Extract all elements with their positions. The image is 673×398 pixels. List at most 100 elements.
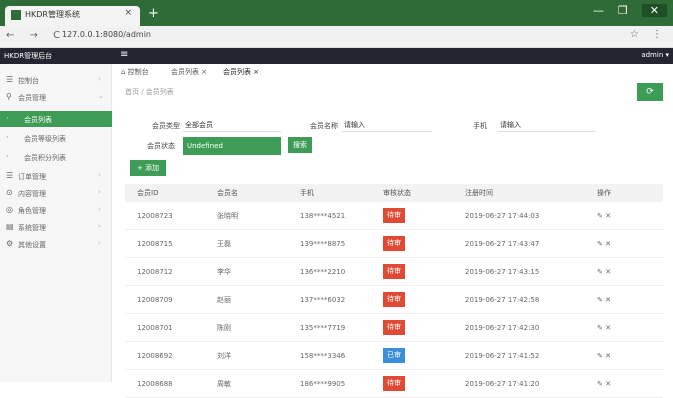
sidebar: ☰ 控制台 › ⚲ 会员管理 ⌄ · 会员列表 · 会员等级列表 · 会员积分列… bbox=[0, 64, 112, 382]
col-header: 操作 bbox=[597, 189, 611, 197]
row-actions[interactable]: ✎ ✕ bbox=[597, 230, 611, 257]
user-menu[interactable]: admin ▾ bbox=[641, 51, 669, 59]
table-row: 12008688 周敏 186****9905 待审 2019-06-27 17:41:… bbox=[125, 370, 663, 398]
status-badge: 待审 bbox=[383, 320, 405, 335]
window-controls: — ❐ ✕ bbox=[593, 4, 667, 17]
chevron-right-icon: › bbox=[98, 239, 101, 247]
col-header: 会员名 bbox=[217, 189, 238, 197]
table-cell: 137****6032 bbox=[300, 295, 346, 304]
browser-tab[interactable]: HKDR管理系统 × bbox=[5, 6, 140, 26]
menu-toggle-icon[interactable]: ≡ bbox=[120, 49, 128, 60]
status-cell: 待审 bbox=[383, 230, 405, 257]
table-cell: 2019-06-27 17:44:03 bbox=[465, 211, 540, 220]
tab-member-list[interactable]: 会员列表 × bbox=[171, 67, 207, 77]
browser-toolbar-icons[interactable]: ☆ ⋮ bbox=[630, 29, 667, 40]
status-badge: 待审 bbox=[383, 376, 405, 391]
sidebar-item-member-levels[interactable]: · 会员等级列表 bbox=[0, 130, 112, 146]
browser-title-bar: HKDR管理系统 × + — ❐ ✕ bbox=[0, 0, 673, 26]
table-cell: 158****3346 bbox=[300, 351, 346, 360]
chevron-right-icon: › bbox=[98, 75, 101, 83]
phone-label: 手机 bbox=[473, 122, 487, 130]
user-icon: ⚲ bbox=[6, 92, 12, 101]
sidebar-item-members[interactable]: ⚲ 会员管理 ⌄ bbox=[0, 89, 112, 105]
sidebar-item-label: 会员积分列表 bbox=[24, 154, 66, 162]
status-cell: 待审 bbox=[383, 314, 405, 341]
table-cell: 139****8875 bbox=[300, 239, 346, 248]
sidebar-item-label: 会员等级列表 bbox=[24, 135, 66, 143]
app-header: HKDR管理后台 ≡ admin ▾ bbox=[0, 48, 673, 64]
sidebar-item-roles[interactable]: ◎ 角色管理 › bbox=[0, 202, 112, 218]
status-dropdown-option[interactable]: Undefined bbox=[183, 137, 281, 155]
tab-current[interactable]: 会员列表 × bbox=[223, 67, 259, 77]
gear-icon: ⚙ bbox=[6, 239, 14, 248]
role-icon: ◎ bbox=[6, 205, 13, 214]
add-member-button[interactable]: + 添加 bbox=[130, 160, 166, 176]
breadcrumb: 首页 / 会员列表 bbox=[125, 88, 174, 96]
nav-buttons[interactable]: ← → C bbox=[6, 30, 66, 41]
content-icon: ⊙ bbox=[6, 188, 13, 197]
row-actions[interactable]: ✎ ✕ bbox=[597, 258, 611, 285]
address-bar: ← → C 127.0.0.1:8080/admin ☆ ⋮ bbox=[0, 26, 673, 48]
url-field[interactable]: 127.0.0.1:8080/admin bbox=[62, 30, 151, 39]
status-cell: 已审 bbox=[383, 342, 405, 369]
sidebar-item-label: 控制台 bbox=[18, 77, 39, 85]
new-tab-button[interactable]: + bbox=[148, 6, 159, 21]
sidebar-item-member-points[interactable]: · 会员积分列表 bbox=[0, 149, 112, 165]
table-cell: 周敏 bbox=[217, 379, 231, 388]
tab-close-icon[interactable]: × bbox=[124, 8, 132, 18]
table-row: 12008701 陈刚 135****7719 待审 2019-06-27 17:42:… bbox=[125, 314, 663, 342]
chevron-right-icon: › bbox=[98, 171, 101, 179]
col-header: 手机 bbox=[300, 189, 314, 197]
chevron-right-icon: › bbox=[98, 188, 101, 196]
member-name-label: 会员名称 bbox=[310, 122, 338, 130]
row-actions[interactable]: ✎ ✕ bbox=[597, 286, 611, 313]
sidebar-item-console[interactable]: ☰ 控制台 › bbox=[0, 72, 112, 88]
table-row: 12008715 王磊 139****8875 待审 2019-06-27 17:43:… bbox=[125, 230, 663, 258]
maximize-button[interactable]: ❐ bbox=[618, 4, 628, 17]
table-row: 12008709 赵丽 137****6032 待审 2019-06-27 17:42:… bbox=[125, 286, 663, 314]
phone-input[interactable]: 请输入 bbox=[498, 116, 596, 132]
status-cell: 待审 bbox=[383, 258, 405, 285]
row-actions[interactable]: ✎ ✕ bbox=[597, 370, 611, 397]
search-button[interactable]: 搜索 bbox=[288, 137, 312, 153]
page-tabs: ⌂ 控制台 会员列表 × 会员列表 × bbox=[113, 64, 673, 80]
sidebar-item-system[interactable]: ▤ 系统管理 › bbox=[0, 219, 112, 235]
member-name-input[interactable]: 请输入 bbox=[342, 116, 432, 132]
row-actions[interactable]: ✎ ✕ bbox=[597, 314, 611, 341]
status-badge: 待审 bbox=[383, 208, 405, 223]
table-cell: 陈刚 bbox=[217, 323, 231, 332]
table-cell: 138****4521 bbox=[300, 211, 346, 220]
sidebar-item-label: 内容管理 bbox=[18, 190, 46, 198]
sidebar-item-label: 会员列表 bbox=[24, 116, 52, 124]
sidebar-item-settings[interactable]: ⚙ 其他设置 › bbox=[0, 236, 112, 252]
app-brand: HKDR管理后台 bbox=[4, 52, 53, 60]
minimize-button[interactable]: — bbox=[593, 4, 604, 17]
sidebar-item-member-list[interactable]: · 会员列表 bbox=[0, 111, 112, 127]
tab-home[interactable]: ⌂ 控制台 bbox=[121, 67, 149, 77]
table-cell: 12008715 bbox=[137, 239, 173, 248]
table-cell: 12008688 bbox=[137, 379, 173, 388]
chevron-right-icon: › bbox=[98, 205, 101, 213]
row-actions[interactable]: ✎ ✕ bbox=[597, 342, 611, 369]
table-cell: 2019-06-27 17:41:20 bbox=[465, 379, 540, 388]
dot-icon: · bbox=[6, 152, 9, 161]
sidebar-item-orders[interactable]: ☰ 订单管理 › bbox=[0, 168, 112, 184]
table-cell: 12008701 bbox=[137, 323, 173, 332]
close-window-button[interactable]: ✕ bbox=[641, 4, 667, 17]
member-type-select[interactable]: 全部会员 bbox=[183, 116, 281, 132]
table-cell: 12008692 bbox=[137, 351, 173, 360]
tab-title: HKDR管理系统 bbox=[25, 10, 80, 19]
table-row: 12008692 刘洋 158****3346 已审 2019-06-27 17:41:… bbox=[125, 342, 663, 370]
refresh-button[interactable]: ⟳ bbox=[637, 83, 663, 101]
table-cell: 刘洋 bbox=[217, 351, 231, 360]
table-cell: 12008723 bbox=[137, 211, 173, 220]
sidebar-item-label: 角色管理 bbox=[18, 207, 46, 215]
dot-icon: · bbox=[6, 133, 9, 142]
table-cell: 2019-06-27 17:42:58 bbox=[465, 295, 540, 304]
member-type-label: 会员类型 bbox=[152, 122, 180, 130]
favicon-icon bbox=[11, 10, 21, 20]
list-icon: ☰ bbox=[6, 171, 14, 180]
table-cell: 136****2210 bbox=[300, 267, 346, 276]
row-actions[interactable]: ✎ ✕ bbox=[597, 202, 611, 229]
sidebar-item-content[interactable]: ⊙ 内容管理 › bbox=[0, 185, 112, 201]
